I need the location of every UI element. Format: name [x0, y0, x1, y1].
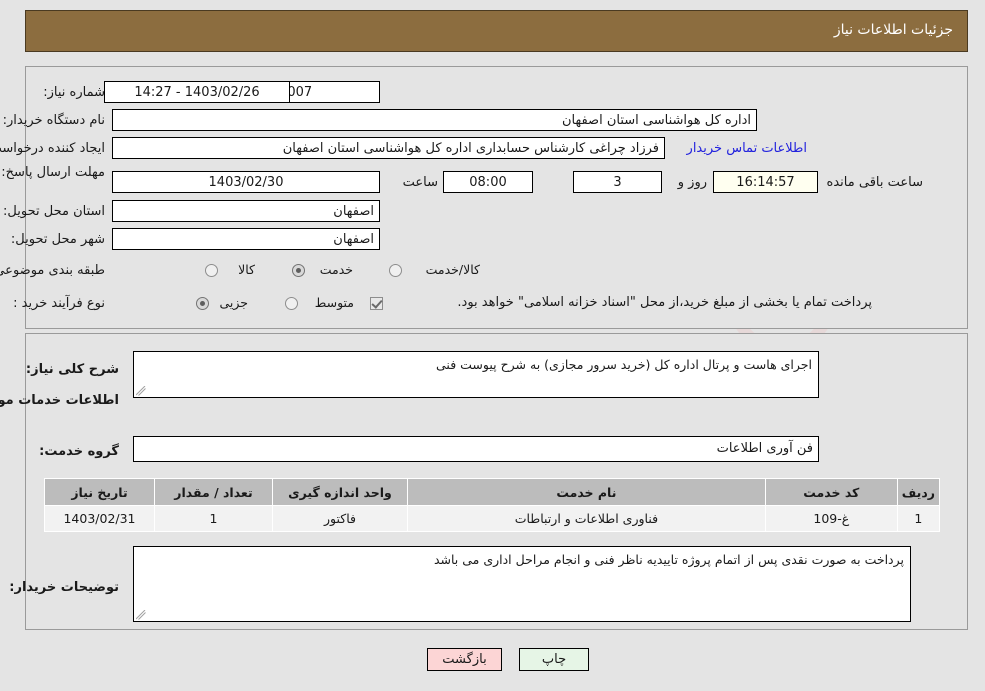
- buyer-notes-textarea[interactable]: پرداخت به صورت نقدی پس از اتمام پروژه تا…: [133, 546, 911, 622]
- deadline-time-field: 08:00: [443, 171, 533, 193]
- buyer-org-field: اداره کل هواشناسی استان اصفهان: [112, 109, 757, 131]
- radio-process-motavaset-label: متوسط: [314, 295, 354, 310]
- deadline-days-label: روز و: [677, 175, 707, 190]
- print-button[interactable]: چاپ: [519, 648, 589, 671]
- back-button[interactable]: بازگشت: [427, 648, 502, 671]
- cell-radif: 1: [896, 505, 941, 532]
- services-heading: اطلاعات خدمات مورد نیاز: [0, 393, 119, 408]
- cell-code: غ-109: [764, 505, 898, 532]
- announce-datetime-field: 1403/02/26 - 14:27: [104, 81, 290, 103]
- buyer-org-label: نام دستگاه خریدار:: [2, 113, 105, 128]
- table-row: 1 غ-109 فناوری اطلاعات و ارتباطات فاکتور…: [44, 505, 941, 532]
- radio-process-jozii[interactable]: [196, 297, 209, 310]
- page-title: جزئیات اطلاعات نیاز: [833, 22, 953, 38]
- col-code: کد خدمت: [764, 478, 898, 506]
- deadline-time-label: ساعت: [402, 175, 438, 190]
- buyer-notes-label: توضیحات خریدار:: [9, 580, 119, 595]
- table-header-row: ردیف کد خدمت نام خدمت واحد اندازه گیری ت…: [44, 478, 941, 506]
- col-unit: واحد اندازه گیری: [272, 478, 408, 506]
- radio-subject-kala-khedmat[interactable]: [389, 264, 402, 277]
- radio-subject-khedmat[interactable]: [292, 264, 305, 277]
- radio-subject-kala-label: کالا: [238, 262, 255, 277]
- cell-qty: 1: [154, 505, 273, 532]
- need-info-panel: [25, 66, 968, 329]
- col-radif: ردیف: [896, 478, 941, 506]
- treasury-bond-text: پرداخت تمام یا بخشی از مبلغ خرید،از محل …: [457, 295, 872, 310]
- delivery-city-field: اصفهان: [112, 228, 380, 250]
- radio-subject-kala-khedmat-label: کالا/خدمت: [425, 262, 480, 277]
- subject-class-label: طبقه بندی موضوعی:: [0, 263, 105, 278]
- services-table: ردیف کد خدمت نام خدمت واحد اندازه گیری ت…: [44, 478, 941, 532]
- general-description-label: شرح کلی نیاز:: [25, 362, 119, 377]
- general-description-textarea[interactable]: اجرای هاست و پرتال اداره کل (خرید سرور م…: [133, 351, 819, 398]
- col-name: نام خدمت: [407, 478, 766, 506]
- cell-need-date: 1403/02/31: [44, 505, 155, 532]
- deadline-label: مهلت ارسال پاسخ: تا تاریخ:: [0, 165, 105, 180]
- request-creator-label: ایجاد کننده درخواست:: [0, 141, 105, 156]
- delivery-city-label: شهر محل تحویل:: [10, 232, 105, 247]
- deadline-countdown-label: ساعت باقی مانده: [826, 175, 923, 190]
- radio-process-jozii-label: جزیی: [219, 295, 248, 310]
- deadline-date-field: 1403/02/30: [112, 171, 380, 193]
- deadline-countdown-field: 16:14:57: [713, 171, 818, 193]
- delivery-province-field: اصفهان: [112, 200, 380, 222]
- request-creator-field: فرزاد چراغی کارشناس حسابداری اداره کل هو…: [112, 137, 665, 159]
- col-qty: تعداد / مقدار: [154, 478, 273, 506]
- resize-grip-icon[interactable]: [136, 610, 146, 620]
- page-root: AriaTender.net جزئیات اطلاعات نیاز شماره…: [0, 0, 985, 691]
- deadline-days-field: 3: [573, 171, 662, 193]
- buyer-contact-link[interactable]: اطلاعات تماس خریدار: [687, 141, 807, 156]
- col-need-date: تاریخ نیاز: [44, 478, 155, 506]
- need-number-label: شماره نیاز:: [43, 85, 105, 100]
- radio-subject-khedmat-label: خدمت: [319, 262, 353, 277]
- service-group-field: فن آوری اطلاعات: [133, 436, 819, 462]
- buyer-notes-value: پرداخت به صورت نقدی پس از اتمام پروژه تا…: [433, 552, 904, 567]
- cell-name: فناوری اطلاعات و ارتباطات: [407, 505, 766, 532]
- titlebar: جزئیات اطلاعات نیاز: [25, 10, 968, 52]
- purchase-process-label: نوع فرآیند خرید :: [13, 296, 105, 311]
- resize-grip-icon[interactable]: [136, 386, 146, 396]
- general-description-value: اجرای هاست و پرتال اداره کل (خرید سرور م…: [436, 357, 812, 372]
- cell-unit: فاکتور: [272, 505, 408, 532]
- delivery-province-label: استان محل تحویل:: [3, 204, 105, 219]
- radio-process-motavaset[interactable]: [285, 297, 298, 310]
- radio-subject-kala[interactable]: [205, 264, 218, 277]
- service-group-label: گروه خدمت:: [39, 444, 119, 459]
- treasury-bond-checkbox[interactable]: [370, 297, 383, 310]
